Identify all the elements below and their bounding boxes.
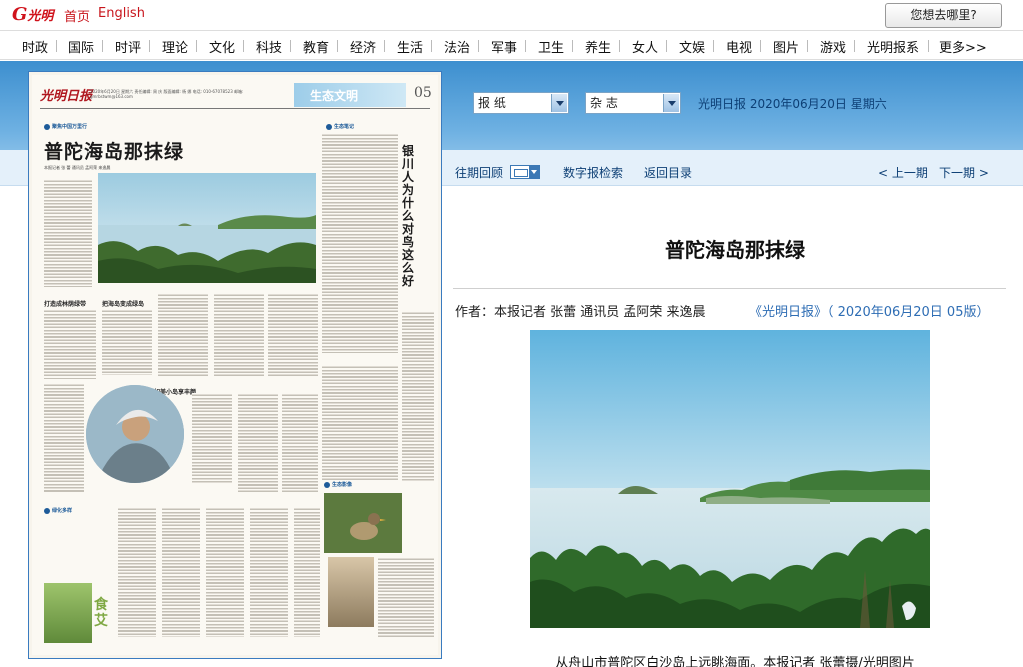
article-author: 作者：本报记者 张蕾 通讯员 孟阿荣 来逸晨 xyxy=(455,305,706,320)
top-bar: G光明网 首页 English 您想去哪里? xyxy=(0,0,1023,46)
newspaper-farm-photo[interactable] xyxy=(44,583,92,643)
previous-issue-link[interactable]: < 上一期 xyxy=(878,164,928,181)
home-link[interactable]: 首页 xyxy=(64,6,90,25)
newspaper-bird-photo[interactable] xyxy=(324,493,402,553)
site-logo[interactable]: G光明网 xyxy=(12,4,62,46)
column-tag: 绿化多样 xyxy=(44,507,72,514)
newspaper-main-photo[interactable] xyxy=(98,173,316,283)
newspaper-hoopoe-photo[interactable] xyxy=(328,557,374,627)
nav-item-dianshi[interactable]: 电视 xyxy=(726,37,752,56)
column-tag: 聚焦中国万里行 xyxy=(44,123,87,130)
newspaper-headline[interactable]: 普陀海岛那抹绿 xyxy=(44,137,184,164)
subhead: 把海岛变成绿岛 xyxy=(102,301,145,308)
vertical-headline[interactable]: 银川人为什么对鸟这么好 xyxy=(402,145,416,288)
nav-item-weisheng[interactable]: 卫生 xyxy=(538,37,564,56)
english-link[interactable]: English xyxy=(98,6,145,21)
past-issues-link[interactable]: 往期回顾 xyxy=(455,164,503,181)
nav-item-nvren[interactable]: 女人 xyxy=(632,37,658,56)
nav-item-more[interactable]: 更多>> xyxy=(939,37,987,56)
back-to-contents-link[interactable]: 返回目录 xyxy=(644,164,692,181)
nav-item-shenghuo[interactable]: 生活 xyxy=(397,37,423,56)
nav-item-youxi[interactable]: 游戏 xyxy=(820,37,846,56)
newspaper-page-thumbnail[interactable]: 光明日报 2020年6月20日 星期六 责任编辑: 周 庆 版面编辑: 杨 娜 … xyxy=(28,71,442,659)
nav-item-tupian[interactable]: 图片 xyxy=(773,37,799,56)
chevron-down-icon xyxy=(663,94,679,112)
nav-item-guoji[interactable]: 国际 xyxy=(68,37,94,56)
page-number: 05 xyxy=(414,85,432,101)
nav-item-shiping[interactable]: 时评 xyxy=(115,37,141,56)
newspaper-page: 光明日报 2020年6月20日 星期六 责任编辑: 周 庆 版面编辑: 杨 娜 … xyxy=(32,75,438,655)
main-nav: 时政 国际 时评 理论 文化 科技 教育 经济 生活 法治 军事 卫生 养生 女… xyxy=(0,30,1023,60)
nav-item-yangsheng[interactable]: 养生 xyxy=(585,37,611,56)
nav-item-guangming-baoxi[interactable]: 光明报系 xyxy=(867,37,919,56)
title-divider xyxy=(453,288,1006,289)
nav-item-shizheng[interactable]: 时政 xyxy=(22,37,48,56)
nav-item-junshi[interactable]: 军事 xyxy=(491,37,517,56)
search-epaper-link[interactable]: 数字报检索 xyxy=(563,164,623,181)
subhead: 打造成林荫绿带 xyxy=(44,301,87,308)
nav-item-wenhua[interactable]: 文化 xyxy=(209,37,235,56)
calendar-dropdown-icon[interactable] xyxy=(510,165,540,179)
nav-item-keji[interactable]: 科技 xyxy=(256,37,282,56)
where-to-go-button[interactable]: 您想去哪里? xyxy=(885,3,1002,28)
next-issue-link[interactable]: 下一期 > xyxy=(939,164,989,181)
newspaper-portrait-photo[interactable] xyxy=(86,385,184,483)
article-photo[interactable] xyxy=(530,330,930,628)
column-tag: 生态影像 xyxy=(324,481,352,488)
newspaper-select[interactable]: 报 纸 xyxy=(473,92,569,114)
page-section-banner: 生态文明 xyxy=(294,83,406,107)
column-tag: 生态笔记 xyxy=(326,123,354,130)
chevron-down-icon xyxy=(551,94,567,112)
page-date-info: 2020年6月20日 星期六 责任编辑: 周 庆 版面编辑: 杨 娜 电话: 0… xyxy=(90,89,244,99)
article-source: 《光明日报》（ 2020年06月20日 05版） xyxy=(749,305,990,320)
nav-item-jiaoyu[interactable]: 教育 xyxy=(303,37,329,56)
magazine-select[interactable]: 杂 志 xyxy=(585,92,681,114)
issue-dateline: 光明日报 2020年06月20日 星期六 xyxy=(698,97,887,111)
newspaper-byline: 本报记者 张 蕾 通讯员 孟阿荣 来逸晨 xyxy=(44,165,111,170)
article-title: 普陀海岛那抹绿 xyxy=(665,238,805,262)
nav-item-fazhi[interactable]: 法治 xyxy=(444,37,470,56)
dish-title: 食艾 xyxy=(94,597,108,629)
newspaper-masthead: 光明日报 xyxy=(40,89,93,104)
nav-item-wenyu[interactable]: 文娱 xyxy=(679,37,705,56)
nav-item-jingji[interactable]: 经济 xyxy=(350,37,376,56)
nav-item-lilun[interactable]: 理论 xyxy=(162,37,188,56)
photo-caption: 从舟山市普陀区白沙岛上远眺海面。本报记者 张蕾摄/光明图片 xyxy=(555,656,915,667)
